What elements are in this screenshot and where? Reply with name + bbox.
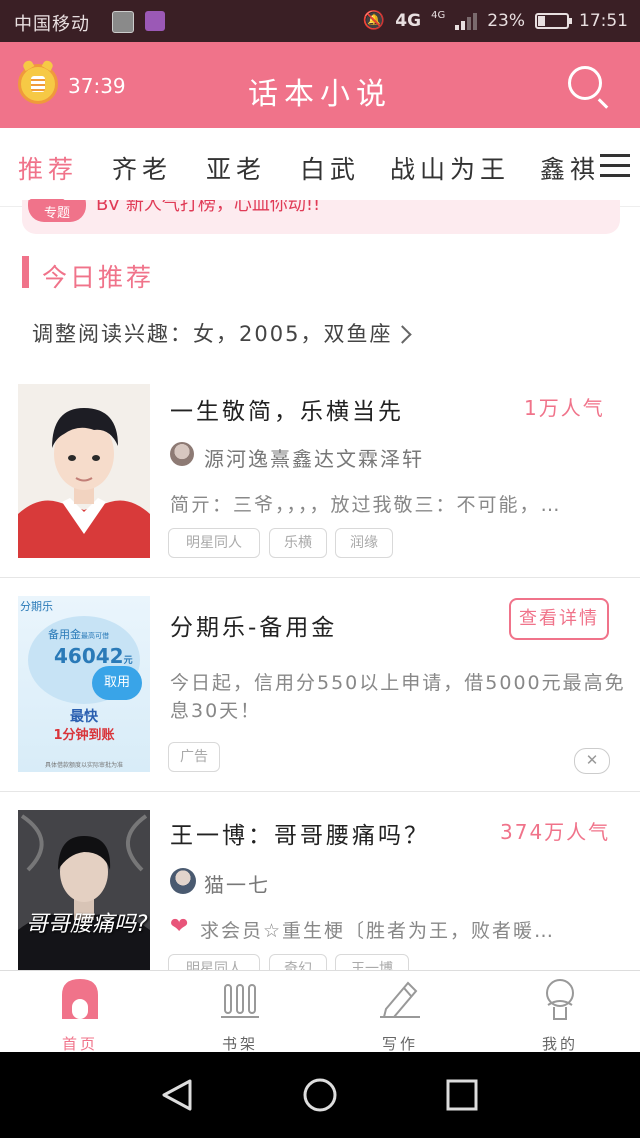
tab-bai-wu[interactable]: 白武 <box>300 150 360 186</box>
back-icon[interactable] <box>160 1078 194 1112</box>
nav-profile[interactable]: 我的 <box>480 977 640 1053</box>
book-description: 简亓：三爷，，，，放过我敬三：不可能，… <box>170 494 562 516</box>
author-name: 猫一七 <box>204 873 270 897</box>
nav-write[interactable]: 写作 <box>320 977 480 1053</box>
ad-cover-image[interactable]: 分期乐 备用金最高可借 46042元 取用 最快 1分钟到账 具体借款额度以实际… <box>18 596 150 772</box>
category-tabs: 推荐 齐老 亚老 白武 战山为王 鑫祺 <box>0 128 640 207</box>
network-type-secondary: 4G <box>431 10 446 21</box>
carrier-name: 中国移动 <box>14 14 90 35</box>
book-tag[interactable]: 明星同人 <box>168 954 260 970</box>
book-tag[interactable]: 王一博 <box>335 954 409 970</box>
profile-icon <box>546 979 574 1020</box>
status-icons: 🔕 4G 4G 23% 17:51 <box>363 10 628 31</box>
status-bar: 中国移动 🔕 4G 4G 23% 17:51 <box>0 0 640 42</box>
book-card-2[interactable]: 哥哥腰痛吗? 王一博：哥哥腰痛吗？ 374万人气 猫一七 ❤ 求会员☆重生梗〔胜… <box>0 792 640 970</box>
nav-bookshelf[interactable]: 书架 <box>160 977 320 1053</box>
home-arch-icon <box>62 979 98 1019</box>
book-cover[interactable]: 哥哥腰痛吗? <box>18 810 150 970</box>
book-title: 王一博：哥哥腰痛吗？ <box>170 823 430 849</box>
pen-icon <box>380 981 420 1018</box>
battery-icon <box>535 12 572 29</box>
heart-icon: ❤ <box>170 914 189 939</box>
search-icon[interactable] <box>568 66 602 100</box>
ad-unit: 元 <box>123 656 133 666</box>
ad-description-line-2: 息30天！ <box>170 700 262 722</box>
adjust-interest-link[interactable]: 调整阅读兴趣：女，2005，双鱼座 <box>32 318 413 348</box>
cover-title-text: 哥哥腰痛吗? <box>26 912 148 937</box>
popularity-count: 1万人气 <box>524 396 605 420</box>
app-title: 话本小说 <box>248 77 392 112</box>
bookshelf-icon <box>221 984 259 1018</box>
book-card-1[interactable]: 一生敬简，乐横当先 1万人气 源河逸熹鑫达文霖泽轩 简亓：三爷，，，，放过我敬三… <box>0 370 640 576</box>
gallery-icon <box>145 11 165 31</box>
popularity-count: 374万人气 <box>500 820 611 844</box>
book-tag[interactable]: 乐横 <box>269 528 327 558</box>
author-name: 源河逸熹鑫达文霖泽轩 <box>204 447 424 471</box>
nav-home[interactable]: 首页 <box>0 977 160 1053</box>
announcement-banner[interactable]: 专题 BV 新人气打榜，心血你动!! <box>22 200 620 234</box>
ad-take-button: 取用 <box>92 666 142 700</box>
recent-apps-icon[interactable] <box>446 1078 478 1112</box>
book-cover[interactable] <box>18 384 150 558</box>
ad-amount-line: 46042元 <box>54 644 133 668</box>
ad-title: 分期乐-备用金 <box>170 615 338 641</box>
nav-home-label: 首页 <box>61 1035 98 1053</box>
nav-bookshelf-label: 书架 <box>221 1035 258 1053</box>
bottom-navigation: 首页 书架 写作 我的 <box>0 970 640 1053</box>
nav-profile-label: 我的 <box>541 1035 578 1053</box>
tab-recommend[interactable]: 推荐 <box>18 150 78 186</box>
ad-sub-label: 最高可借 <box>81 632 109 640</box>
ad-label-line: 备用金最高可借 <box>48 626 109 642</box>
book-description: 求会员☆重生梗〔胜者为王，败者暖… <box>200 920 556 942</box>
author-avatar <box>170 442 194 466</box>
section-title: 今日推荐 <box>42 263 155 292</box>
announcement-text: BV 新人气打榜，心血你动!! <box>96 200 321 215</box>
ad-card[interactable]: 分期乐 备用金最高可借 46042元 取用 最快 1分钟到账 具体借款额度以实际… <box>0 578 640 790</box>
signal-icon <box>455 12 478 30</box>
ad-label: 备用金 <box>48 628 81 641</box>
ad-amount: 46042 <box>54 644 124 668</box>
tab-ya-lao[interactable]: 亚老 <box>206 150 266 186</box>
tab-qi-lao[interactable]: 齐老 <box>112 150 172 186</box>
ad-description-line-1: 今日起，信用分550以上申请，借5000元最高免 <box>170 672 625 694</box>
nav-write-label: 写作 <box>381 1035 418 1053</box>
topic-badge: 专题 <box>28 200 86 222</box>
ad-footnote: 具体借款额度以实际审批为准 <box>44 762 123 769</box>
book-title: 一生敬简，乐横当先 <box>170 399 404 425</box>
chevron-right-icon <box>393 325 413 344</box>
tab-zhan-shan-wei-wang[interactable]: 战山为王 <box>390 150 510 186</box>
author-avatar <box>170 868 196 894</box>
system-navigation-bar <box>0 1052 640 1138</box>
ad-headline-2: 1分钟到账 <box>53 728 115 743</box>
menu-icon[interactable] <box>600 152 632 180</box>
adjust-interest-text: 调整阅读兴趣：女，2005，双鱼座 <box>32 322 393 346</box>
tab-xin-qi[interactable]: 鑫祺 <box>540 150 600 186</box>
cover-portrait-image <box>18 384 150 558</box>
cover-portrait-image <box>18 810 150 970</box>
view-details-button[interactable]: 查看详情 <box>509 598 609 640</box>
ad-tag: 广告 <box>168 742 220 772</box>
notification-icon <box>112 11 134 33</box>
close-ad-button[interactable]: ✕ <box>574 748 610 774</box>
ad-brand: 分期乐 <box>20 600 53 613</box>
home-button-icon[interactable] <box>302 1077 338 1113</box>
book-tag[interactable]: 明星同人 <box>168 528 260 558</box>
network-type: 4G <box>395 10 422 31</box>
ad-headline-1: 最快 <box>70 709 98 725</box>
app-header: 37:39 话本小说 <box>0 42 640 128</box>
battery-percent: 23% <box>487 10 525 31</box>
book-tag[interactable]: 奇幻 <box>269 954 327 970</box>
book-tag[interactable]: 润缘 <box>335 528 393 558</box>
section-accent-bar <box>22 256 29 288</box>
clock: 17:51 <box>579 10 628 31</box>
mute-icon: 🔕 <box>362 10 386 31</box>
